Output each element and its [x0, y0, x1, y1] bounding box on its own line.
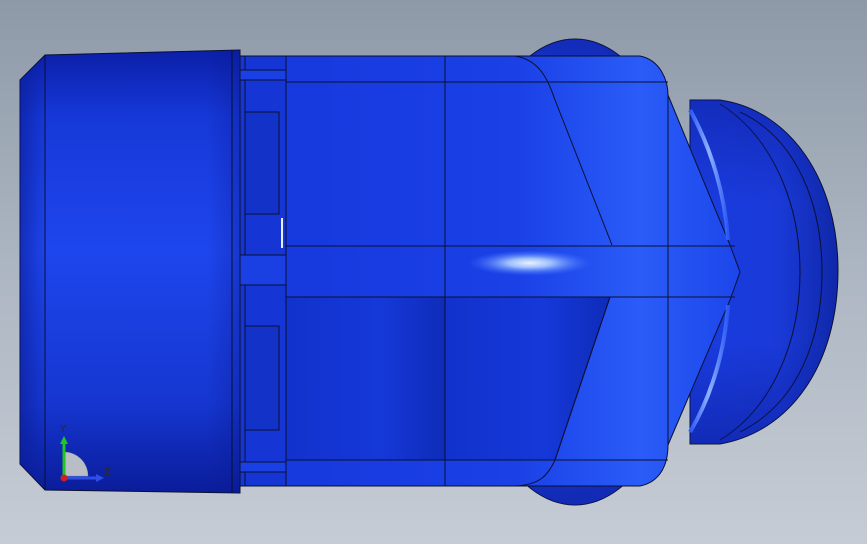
z-axis-label: Z — [104, 467, 111, 478]
triad-plane-arc — [63, 451, 89, 477]
z-axis-arrow — [96, 474, 104, 482]
lug-nut-model[interactable] — [0, 0, 867, 544]
3d-viewport[interactable]: Y Z — [0, 0, 867, 544]
x-axis-dot — [60, 474, 68, 482]
collar-notch-2 — [244, 325, 280, 431]
collar-tab-1 — [235, 69, 287, 81]
y-axis-arrow — [60, 436, 68, 444]
collar-tab-2 — [235, 254, 287, 286]
y-axis-label: Y — [60, 424, 67, 435]
collar-notch-1 — [244, 111, 280, 215]
hex-face-lower — [284, 296, 446, 461]
specular-glint — [468, 250, 592, 276]
collar-tab-3 — [235, 461, 287, 473]
